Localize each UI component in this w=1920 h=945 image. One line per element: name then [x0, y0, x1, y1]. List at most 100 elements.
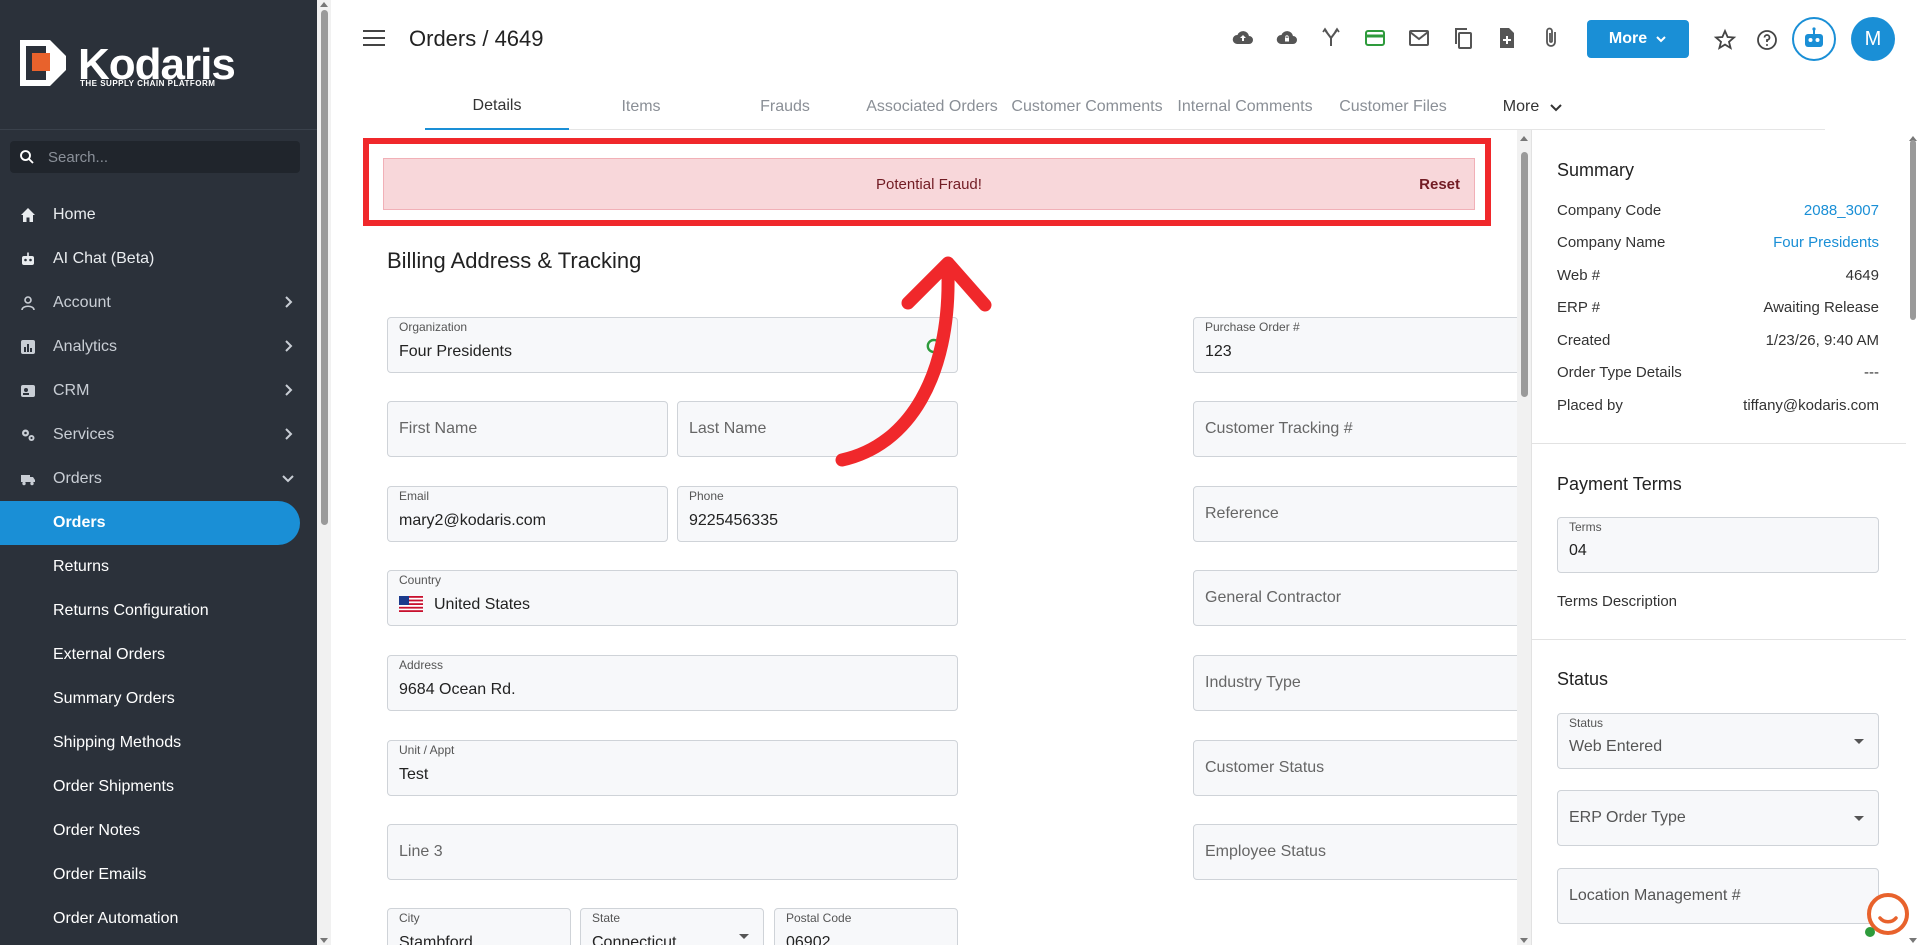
scroll-up-arrow-icon[interactable] — [320, 2, 328, 7]
field-value: United States — [434, 596, 531, 613]
customer-tracking-field[interactable]: Customer Tracking # — [1193, 401, 1521, 457]
main-scrollbar[interactable] — [1517, 130, 1531, 945]
merge-icon[interactable] — [1319, 26, 1343, 50]
location-management-field[interactable]: Location Management # — [1557, 868, 1879, 924]
sidebar-subitem-returns-configuration[interactable]: Returns Configuration — [0, 589, 317, 633]
sidebar-scrollbar[interactable] — [317, 0, 331, 945]
phone-field[interactable]: Phone 9225456335 — [677, 486, 958, 542]
sidebar-subitem-external-orders[interactable]: External Orders — [0, 633, 317, 677]
mail-icon[interactable] — [1407, 26, 1431, 50]
credit-card-icon[interactable] — [1363, 26, 1387, 50]
gears-icon — [20, 427, 36, 443]
help-icon[interactable] — [1755, 28, 1779, 52]
sidebar-subitem-order-automation[interactable]: Order Automation — [0, 897, 317, 941]
terms-field[interactable]: Terms 04 — [1557, 517, 1879, 573]
chevron-right-icon — [285, 296, 293, 308]
sidebar-subitem-returns[interactable]: Returns — [0, 545, 317, 589]
tab-more[interactable]: More — [1463, 84, 1603, 130]
email-field[interactable]: Email mary2@kodaris.com — [387, 486, 668, 542]
sidebar-item-orders[interactable]: Orders — [0, 457, 317, 501]
sidebar-subitem-order-shipments[interactable]: Order Shipments — [0, 765, 317, 809]
tab-associated-orders[interactable]: Associated Orders — [857, 84, 1007, 130]
first-name-field[interactable]: First Name — [387, 401, 668, 457]
line3-field[interactable]: Line 3 — [387, 824, 958, 880]
copy-icon[interactable] — [1451, 26, 1475, 50]
chevron-right-icon — [285, 428, 293, 440]
add-document-icon[interactable] — [1495, 26, 1519, 50]
sidebar-subitem-order-notes[interactable]: Order Notes — [0, 809, 317, 853]
ai-assistant-button[interactable] — [1792, 17, 1836, 61]
tab-frauds[interactable]: Frauds — [713, 84, 857, 130]
fraud-alert: Potential Fraud! Reset — [383, 158, 1475, 210]
sidebar-item-analytics[interactable]: Analytics — [0, 325, 317, 369]
field-value: Four Presidents — [399, 343, 512, 360]
summary-key: ERP # — [1557, 299, 1601, 316]
scroll-down-arrow-icon[interactable] — [1909, 938, 1917, 943]
industry-type-select[interactable]: Industry Type — [1193, 655, 1521, 711]
state-select[interactable]: State Connecticut — [580, 908, 764, 945]
support-chat-icon[interactable] — [1862, 890, 1910, 938]
favorite-star-icon[interactable] — [1713, 28, 1737, 52]
postal-code-field[interactable]: Postal Code 06902 — [774, 908, 958, 945]
cloud-lock-icon[interactable] — [1275, 26, 1299, 50]
sidebar-subitem-shipping-methods[interactable]: Shipping Methods — [0, 721, 317, 765]
divider — [1532, 639, 1906, 640]
tab-items[interactable]: Items — [569, 84, 713, 130]
country-field[interactable]: Country United States — [387, 570, 958, 626]
summary-value: Awaiting Release — [1763, 299, 1879, 316]
scrollbar-thumb[interactable] — [1521, 152, 1528, 397]
summary-row: Order Type Details --- — [1557, 364, 1879, 381]
sidebar-subitem-summary-orders[interactable]: Summary Orders — [0, 677, 317, 721]
company-name-link[interactable]: Four Presidents — [1773, 234, 1879, 251]
tab-customer-comments[interactable]: Customer Comments — [1007, 84, 1167, 130]
reference-field[interactable]: Reference — [1193, 486, 1521, 542]
more-button[interactable]: More — [1587, 20, 1689, 58]
scrollbar-thumb[interactable] — [1910, 140, 1916, 320]
tab-customer-files[interactable]: Customer Files — [1323, 84, 1463, 130]
order-summary-panel: Summary Company Code 2088_3007 Company Na… — [1531, 130, 1906, 945]
field-label: Terms — [1569, 520, 1602, 534]
sidebar-search-input[interactable]: Search... — [10, 141, 300, 173]
tab-more-label: More — [1502, 98, 1540, 115]
summary-key: Placed by — [1557, 397, 1623, 414]
employee-status-select[interactable]: Employee Status — [1193, 824, 1521, 880]
user-avatar[interactable]: M — [1851, 17, 1895, 61]
scroll-down-arrow-icon[interactable] — [320, 938, 328, 943]
sidebar-item-ai-chat[interactable]: AI Chat (Beta) — [0, 237, 317, 281]
city-field[interactable]: City Stambford — [387, 908, 571, 945]
payment-terms-title: Payment Terms — [1557, 474, 1682, 494]
kodaris-logo-icon[interactable] — [20, 40, 66, 86]
cloud-upload-icon[interactable] — [1231, 26, 1255, 50]
tab-details[interactable]: Details — [425, 84, 569, 130]
field-value: Test — [399, 766, 429, 783]
scroll-up-arrow-icon[interactable] — [1520, 136, 1528, 141]
erp-order-type-select[interactable]: ERP Order Type — [1557, 790, 1879, 846]
field-placeholder: Reference — [1205, 505, 1279, 522]
tab-internal-comments[interactable]: Internal Comments — [1167, 84, 1323, 130]
sidebar-item-home[interactable]: Home — [0, 193, 317, 237]
field-label: Unit / Appt — [399, 743, 455, 757]
address-field[interactable]: Address 9684 Ocean Rd. — [387, 655, 958, 711]
scrollbar-thumb[interactable] — [321, 10, 328, 525]
field-value: mary2@kodaris.com — [399, 512, 546, 529]
sidebar-subitem-order-emails[interactable]: Order Emails — [0, 853, 317, 897]
sidebar-subitem-orders[interactable]: Orders — [0, 501, 300, 545]
field-placeholder: ERP Order Type — [1569, 809, 1686, 826]
sidebar-item-services[interactable]: Services — [0, 413, 317, 457]
unit-field[interactable]: Unit / Appt Test — [387, 740, 958, 796]
reset-button[interactable]: Reset — [1419, 176, 1460, 193]
paperclip-icon[interactable] — [1539, 26, 1563, 50]
general-contractor-field[interactable]: General Contractor — [1193, 570, 1521, 626]
scroll-down-arrow-icon[interactable] — [1520, 938, 1528, 943]
right-panel-scrollbar[interactable] — [1906, 130, 1920, 945]
field-value: 04 — [1569, 542, 1587, 559]
sidebar-item-crm[interactable]: CRM — [0, 369, 317, 413]
customer-status-select[interactable]: Customer Status — [1193, 740, 1521, 796]
sidebar-item-account[interactable]: Account — [0, 281, 317, 325]
purchase-order-field[interactable]: Purchase Order # 123 — [1193, 317, 1521, 373]
chevron-down-icon — [1550, 104, 1562, 112]
hamburger-menu-icon[interactable] — [363, 30, 385, 48]
status-select[interactable]: Status Web Entered — [1557, 713, 1879, 769]
field-value: 9225456335 — [689, 512, 778, 529]
company-code-link[interactable]: 2088_3007 — [1804, 202, 1879, 219]
